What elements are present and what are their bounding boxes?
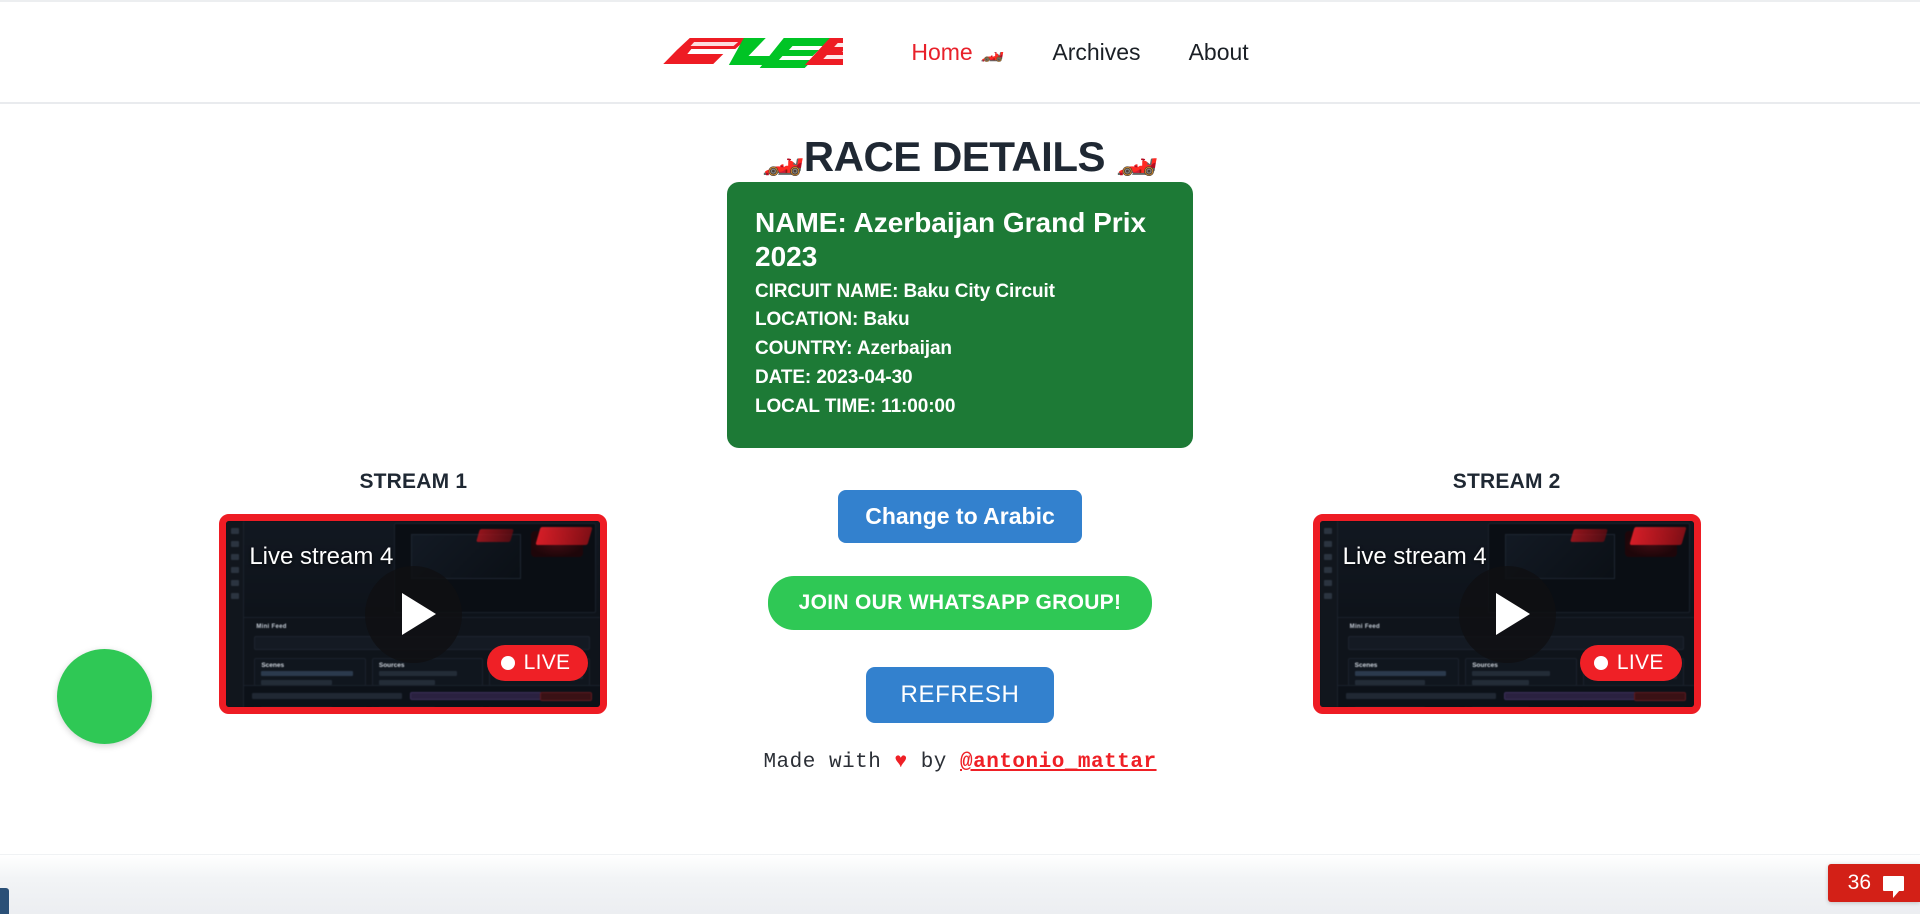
refresh-button[interactable]: REFRESH: [866, 667, 1055, 723]
obs-sources-title-2: Sources: [1472, 662, 1498, 669]
obs-sidebar: [226, 521, 244, 707]
race-date: DATE: 2023-04-30: [755, 364, 1165, 393]
f1-graphic-icon: [536, 527, 593, 545]
obs-status-bar-2: [1338, 685, 1694, 707]
page-title: 🏎️RACE DETAILS 🏎️: [0, 104, 1920, 180]
race-name: NAME: Azerbaijan Grand Prix 2023: [755, 206, 1165, 274]
stream-2-player[interactable]: Mini Feed Scenes Sources: [1313, 514, 1701, 714]
f1-graphic-secondary-icon-2: [1570, 529, 1608, 542]
change-language-button[interactable]: Change to Arabic: [838, 490, 1082, 543]
nav-item-home[interactable]: Home 🏎️: [887, 41, 1028, 64]
stream-2-heading: STREAM 2: [1453, 470, 1561, 494]
race-local-time: LOCAL TIME: 11:00:00: [755, 393, 1165, 422]
obs-scenes-title: Scenes: [261, 662, 284, 669]
stream-1-player[interactable]: Mini Feed Scenes Sources: [219, 514, 607, 714]
race-location: LOCATION: Baku: [755, 306, 1165, 335]
stream-2-column: STREAM 2 Mini Feed Scenes: [1233, 470, 1780, 714]
obs-scenes-title-2: Scenes: [1355, 662, 1378, 669]
comment-count: 36: [1848, 871, 1871, 895]
race-car-icon: 🏎️: [981, 43, 1005, 62]
obs-status-bar: [244, 685, 600, 707]
f1-graphic-icon-2: [1629, 527, 1686, 545]
race-card-wrapper: NAME: Azerbaijan Grand Prix 2023 CIRCUIT…: [0, 182, 1920, 448]
play-icon: [402, 593, 436, 635]
bottom-left-corner-tab[interactable]: [0, 888, 9, 914]
race-car-icon-left: 🏎️: [762, 139, 804, 177]
live-dot-icon: [1594, 656, 1608, 670]
nav-item-about-label: About: [1189, 41, 1249, 64]
bottom-gradient-band: [0, 854, 1920, 914]
race-circuit: CIRCUIT NAME: Baku City Circuit: [755, 278, 1165, 307]
play-icon: [1496, 593, 1530, 635]
fleb-logo[interactable]: [647, 30, 843, 74]
race-car-icon-right: 🏎️: [1116, 139, 1158, 177]
nav-links: Home 🏎️ Archives About: [887, 41, 1272, 64]
race-country: COUNTRY: Azerbaijan: [755, 335, 1165, 364]
nav-item-home-label: Home: [911, 41, 972, 64]
nav-item-archives-label: Archives: [1052, 41, 1140, 64]
made-by-prefix: Made with: [763, 751, 881, 774]
comment-count-badge[interactable]: 36: [1828, 864, 1920, 902]
race-details-card: NAME: Azerbaijan Grand Prix 2023 CIRCUIT…: [727, 182, 1193, 448]
made-by-footer: Made with ♥ by @antonio_mattar: [0, 751, 1920, 774]
obs-sources-title: Sources: [379, 662, 405, 669]
stream-1-heading: STREAM 1: [359, 470, 467, 494]
nav-item-archives[interactable]: Archives: [1028, 41, 1164, 64]
stream-1-play-button[interactable]: [365, 566, 462, 663]
page-root: Home 🏎️ Archives About 🏎️RACE DETAILS 🏎️…: [0, 0, 1920, 914]
stream-2-play-button[interactable]: [1459, 566, 1556, 663]
speech-bubble-icon: [1883, 876, 1904, 891]
author-link[interactable]: @antonio_mattar: [960, 751, 1157, 774]
fleb-logo-svg: [647, 30, 843, 74]
stream-2-video-title: Live stream 4: [1343, 543, 1487, 571]
stream-2-live-badge: LIVE: [1580, 645, 1682, 681]
join-whatsapp-group-button[interactable]: JOIN OUR WHATSAPP GROUP!: [768, 576, 1153, 630]
navbar-inner: Home 🏎️ Archives About: [647, 30, 1272, 74]
made-by-mid: by: [921, 751, 947, 774]
obs-sidebar-2: [1320, 521, 1338, 707]
stream-2-live-label: LIVE: [1617, 651, 1664, 675]
stream-1-column: STREAM 1 Mini Feed Scenes: [140, 470, 687, 714]
nav-item-about[interactable]: About: [1165, 41, 1273, 64]
stream-1-live-label: LIVE: [524, 651, 571, 675]
whatsapp-float-button[interactable]: [57, 649, 152, 744]
stream-1-live-badge: LIVE: [487, 645, 589, 681]
obs-feed-header: Mini Feed: [256, 624, 286, 630]
page-title-text: RACE DETAILS: [804, 133, 1105, 180]
top-navbar: Home 🏎️ Archives About: [0, 0, 1920, 104]
live-dot-icon: [501, 656, 515, 670]
stream-1-video-title: Live stream 4: [249, 543, 393, 571]
obs-feed-header-2: Mini Feed: [1350, 624, 1380, 630]
actions-column: Change to Arabic JOIN OUR WHATSAPP GROUP…: [687, 470, 1234, 723]
heart-icon: ♥: [894, 751, 907, 774]
f1-graphic-secondary-icon: [476, 529, 514, 542]
streams-section: STREAM 1 Mini Feed Scenes: [0, 470, 1920, 723]
